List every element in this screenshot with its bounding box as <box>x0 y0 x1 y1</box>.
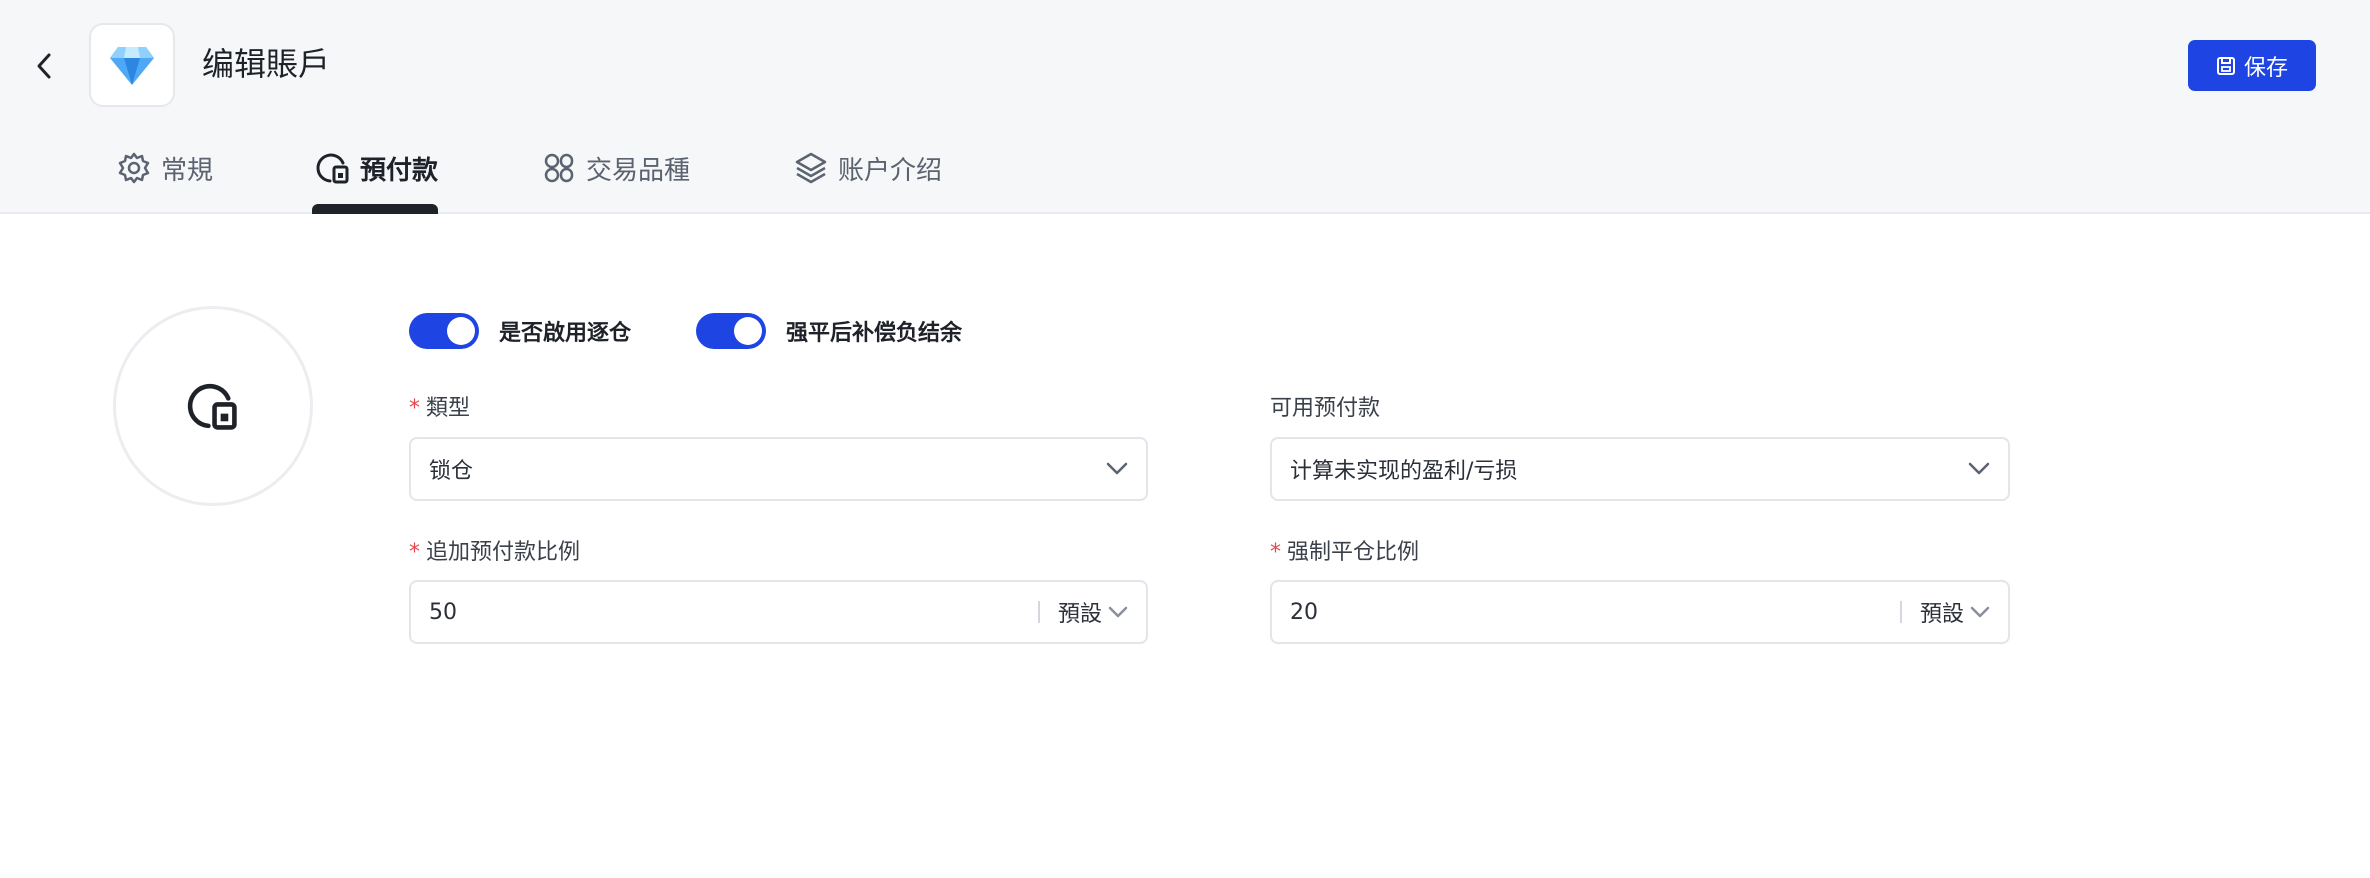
diamond-icon <box>110 47 154 85</box>
tab-general[interactable]: 常規 <box>117 142 213 194</box>
margin-call-value: 50 <box>429 599 457 625</box>
tab-label: 账户介绍 <box>838 155 943 186</box>
chevron-down-icon <box>1108 606 1128 618</box>
tab-label: 預付款 <box>360 155 439 186</box>
stop-out-unit-select[interactable]: 預設 <box>1920 596 1990 628</box>
save-icon <box>2216 56 2235 75</box>
type-select-value: 锁仓 <box>429 459 474 484</box>
isolated-margin-toggle-group: 是否啟用逐仓 <box>409 313 631 349</box>
toggle-label: 是否啟用逐仓 <box>499 321 632 346</box>
unit-label: 預設 <box>1919 602 1964 627</box>
chevron-down-icon <box>1970 606 1990 618</box>
margin-avatar <box>113 306 313 506</box>
available-margin-select[interactable]: 计算未实现的盈利/亏损 <box>1270 437 2010 501</box>
chevron-left-icon <box>37 53 51 79</box>
negative-balance-toggle[interactable] <box>696 313 766 349</box>
stop-out-field-label: * 强制平仓比例 <box>1270 540 1420 565</box>
tab-trading-symbols[interactable]: 交易品種 <box>542 142 690 194</box>
toggle-label: 强平后补偿负结余 <box>786 321 963 346</box>
margin-call-field-label: * 追加预付款比例 <box>409 540 581 565</box>
tab-account-intro[interactable]: 账户介绍 <box>794 142 942 194</box>
required-mark: * <box>1270 540 1281 565</box>
chevron-down-icon <box>1106 462 1128 475</box>
type-field-label: * 類型 <box>409 396 471 421</box>
required-mark: * <box>409 396 420 421</box>
page-title: 编辑賬戶 <box>202 45 331 83</box>
account-logo <box>89 23 175 107</box>
gear-icon <box>118 152 150 184</box>
save-button-label: 保存 <box>2243 55 2288 81</box>
stop-out-value: 20 <box>1290 599 1318 625</box>
type-select[interactable]: 锁仓 <box>409 437 1148 501</box>
margin-icon <box>316 153 349 184</box>
available-margin-field-label: 可用预付款 <box>1270 396 1381 421</box>
tab-margin[interactable]: 預付款 <box>316 142 438 194</box>
active-tab-indicator <box>312 204 438 214</box>
negative-balance-toggle-group: 强平后补偿负结余 <box>696 313 962 349</box>
input-divider <box>1899 601 1902 623</box>
margin-call-input[interactable]: 50 預設 <box>409 580 1148 644</box>
grid-icon <box>544 153 574 183</box>
required-mark: * <box>409 540 420 565</box>
isolated-margin-toggle[interactable] <box>409 313 479 349</box>
input-divider <box>1037 601 1040 623</box>
save-button[interactable]: 保存 <box>2188 40 2316 91</box>
chevron-down-icon <box>1968 462 1990 475</box>
margin-icon <box>187 383 237 430</box>
back-button[interactable] <box>28 46 60 86</box>
available-margin-select-value: 计算未实现的盈利/亏损 <box>1290 459 1518 484</box>
page-header: 编辑賬戶 保存 常規 預付款 交易品種 账户介绍 <box>0 0 2370 214</box>
margin-call-unit-select[interactable]: 預設 <box>1058 596 1128 628</box>
tab-label: 交易品種 <box>586 155 691 186</box>
layers-icon <box>795 152 827 184</box>
tab-label: 常規 <box>161 155 214 186</box>
unit-label: 預設 <box>1057 602 1102 627</box>
stop-out-input[interactable]: 20 預設 <box>1270 580 2010 644</box>
